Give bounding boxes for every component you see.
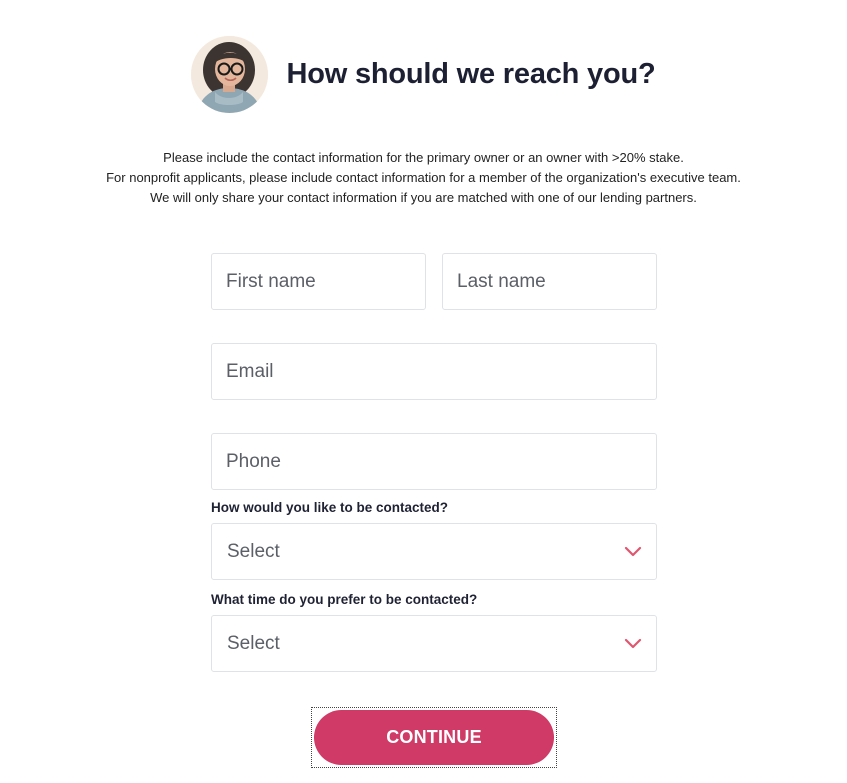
contact-method-select[interactable]: Select (211, 523, 657, 580)
continue-button[interactable]: CONTINUE (314, 710, 554, 765)
phone-input[interactable] (226, 434, 656, 489)
continue-focus-ring: CONTINUE (311, 707, 557, 768)
contact-time-label: What time do you prefer to be contacted? (211, 592, 478, 607)
contact-time-value: Select (227, 632, 280, 654)
intro-text: Please include the contact information f… (0, 148, 847, 208)
intro-line-3: We will only share your contact informat… (150, 190, 697, 205)
intro-line-2: For nonprofit applicants, please include… (106, 170, 741, 185)
contact-time-select[interactable]: Select (211, 615, 657, 672)
first-name-input[interactable] (226, 254, 425, 309)
phone-field[interactable] (211, 433, 657, 490)
last-name-input[interactable] (457, 254, 656, 309)
chevron-down-icon (624, 546, 642, 556)
last-name-field[interactable] (442, 253, 657, 310)
contact-method-label: How would you like to be contacted? (211, 500, 449, 515)
first-name-field[interactable] (211, 253, 426, 310)
email-field[interactable] (211, 343, 657, 400)
contact-page: How should we reach you? Please include … (0, 0, 847, 783)
contact-method-value: Select (227, 540, 280, 562)
page-title: How should we reach you? (286, 58, 656, 90)
page-header: How should we reach you? (0, 36, 847, 113)
email-input[interactable] (226, 344, 656, 399)
intro-line-1: Please include the contact information f… (163, 150, 684, 165)
person-avatar-icon (191, 36, 269, 113)
chevron-down-icon (624, 638, 642, 648)
